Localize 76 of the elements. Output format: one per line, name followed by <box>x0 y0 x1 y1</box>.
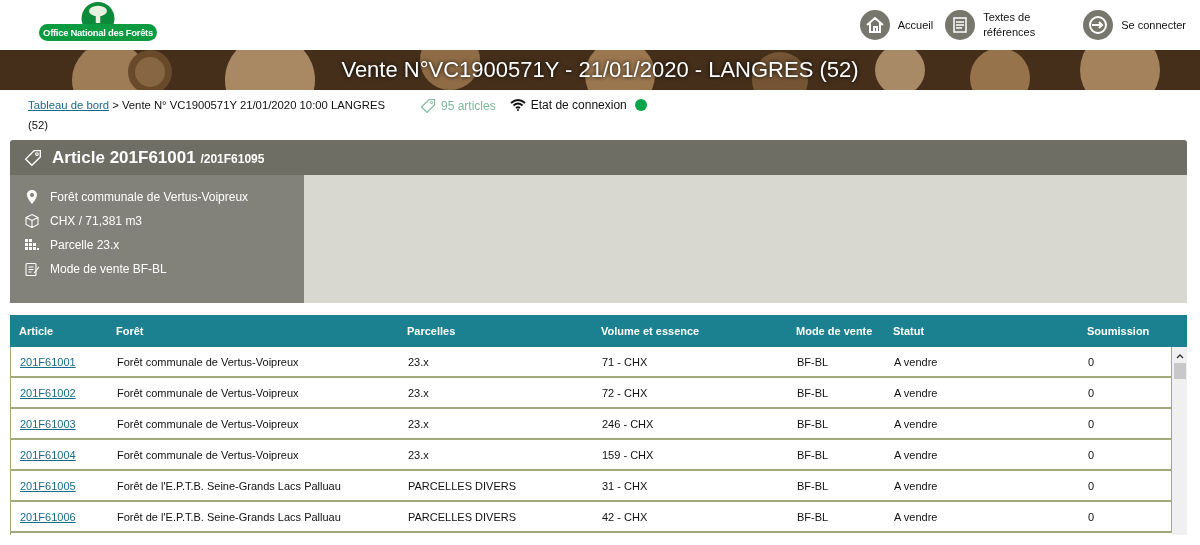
column-header: Article <box>18 325 55 337</box>
tag-icon <box>420 98 436 114</box>
page-title: Vente N°VC1900571Y - 21/01/2020 - LANGRES (52) <box>341 57 859 83</box>
scroll-up-icon[interactable] <box>1174 352 1185 360</box>
table-cell-text: 72 - CHX <box>601 386 649 399</box>
detail-text: Parcelle 23.x <box>50 238 120 252</box>
column-header: Statut <box>892 325 926 337</box>
tag-icon <box>24 148 42 167</box>
scroll-thumb[interactable] <box>1173 363 1186 379</box>
scrollbar[interactable] <box>1172 347 1187 535</box>
article-link[interactable]: 201F61001 <box>11 355 108 368</box>
table-cell-text: 0 <box>1087 417 1096 430</box>
table-cell-text: 23.x <box>407 417 430 430</box>
table-cell-text: 0 <box>1087 386 1096 399</box>
table-cell-text: PARCELLES DIVERS <box>407 510 517 523</box>
column-header: Mode de vente <box>795 325 874 337</box>
nav-link[interactable]: Se connecter <box>1083 10 1186 40</box>
article-count: 95 articles <box>441 99 496 113</box>
table-cell-text: 0 <box>1087 448 1096 461</box>
clipboard-icon <box>24 261 40 277</box>
login-icon <box>1083 10 1114 40</box>
nav-link[interactable]: Accueil <box>859 10 934 40</box>
column-header: Forêt <box>115 325 145 337</box>
column-header: Parcelles <box>406 325 457 337</box>
detail-text: Mode de vente BF-BL <box>50 262 167 276</box>
detail-text: Forêt communale de Vertus-Voipreux <box>50 190 249 204</box>
connection-status: Etat de connexion <box>530 98 627 112</box>
table-cell-text: Forêt de l'E.P.T.B. Seine-Grands Lacs Palluau <box>116 510 342 523</box>
grid-icon <box>24 237 40 253</box>
breadcrumb-link[interactable]: Tableau de bord <box>28 99 110 111</box>
table-cell-text: PARCELLES DIVERS <box>407 479 517 492</box>
table-cell-text: 23.x <box>407 448 430 461</box>
table-cell-text: 23.x <box>407 355 430 368</box>
table-cell-text: 0 <box>1087 510 1096 523</box>
table-cell-text: BF-BL <box>796 386 830 399</box>
table-cell-text: A vendre <box>893 417 939 430</box>
column-header: Volume et essence <box>600 325 701 337</box>
document-icon <box>945 10 976 40</box>
table-cell-text: 31 - CHX <box>601 479 649 492</box>
table-cell-text: 0 <box>1087 479 1096 492</box>
table-cell-text: 42 - CHX <box>601 510 649 523</box>
table-cell-text: BF-BL <box>796 479 830 492</box>
house-icon <box>859 10 890 40</box>
table-cell-text: BF-BL <box>796 448 830 461</box>
column-header: Soumission <box>1086 325 1151 337</box>
wifi-icon <box>509 99 526 111</box>
table-cell-text: Forêt communale de Vertus-Voipreux <box>116 448 300 461</box>
table-cell-text: Forêt communale de Vertus-Voipreux <box>116 417 300 430</box>
table-cell-text: BF-BL <box>796 510 830 523</box>
table-cell-text: Forêt communale de Vertus-Voipreux <box>116 386 300 399</box>
table-cell-text: BF-BL <box>796 355 830 368</box>
detail-text: CHX / 71,381 m3 <box>50 214 143 228</box>
article-link[interactable]: 201F61006 <box>11 510 108 523</box>
table-cell-text: 0 <box>1087 355 1096 368</box>
location-pin-icon <box>24 189 40 205</box>
breadcrumb: Tableau de bord > Vente N° VC1900571Y 21/01/2020 10:00 LANGRES (52) <box>28 98 386 133</box>
table-cell-text: BF-BL <box>796 417 830 430</box>
nav-link[interactable]: Textes de références <box>945 9 1054 41</box>
table-cell-text: Forêt communale de Vertus-Voipreux <box>116 355 300 368</box>
table-cell-text: 159 - CHX <box>601 448 655 461</box>
table-cell-text: 246 - CHX <box>601 417 655 430</box>
table-cell-text: A vendre <box>893 448 939 461</box>
table-cell-text: 23.x <box>407 386 430 399</box>
table-cell-text: A vendre <box>893 386 939 399</box>
article-link[interactable]: 201F61003 <box>11 417 108 430</box>
article-title: Article 201F61001 /201F61095 <box>52 147 265 168</box>
table-cell-text: A vendre <box>893 479 939 492</box>
article-link[interactable]: 201F61004 <box>11 448 108 461</box>
logo[interactable]: Office National des Forêts <box>40 2 156 48</box>
article-link[interactable]: 201F61002 <box>11 386 108 399</box>
table-cell-text: A vendre <box>893 355 939 368</box>
cube-icon <box>24 213 40 229</box>
table-cell-text: 71 - CHX <box>601 355 649 368</box>
table-cell-text: Forêt de l'E.P.T.B. Seine-Grands Lacs Palluau <box>116 479 342 492</box>
article-link[interactable]: 201F61005 <box>11 479 108 492</box>
table-cell-text: A vendre <box>893 510 939 523</box>
